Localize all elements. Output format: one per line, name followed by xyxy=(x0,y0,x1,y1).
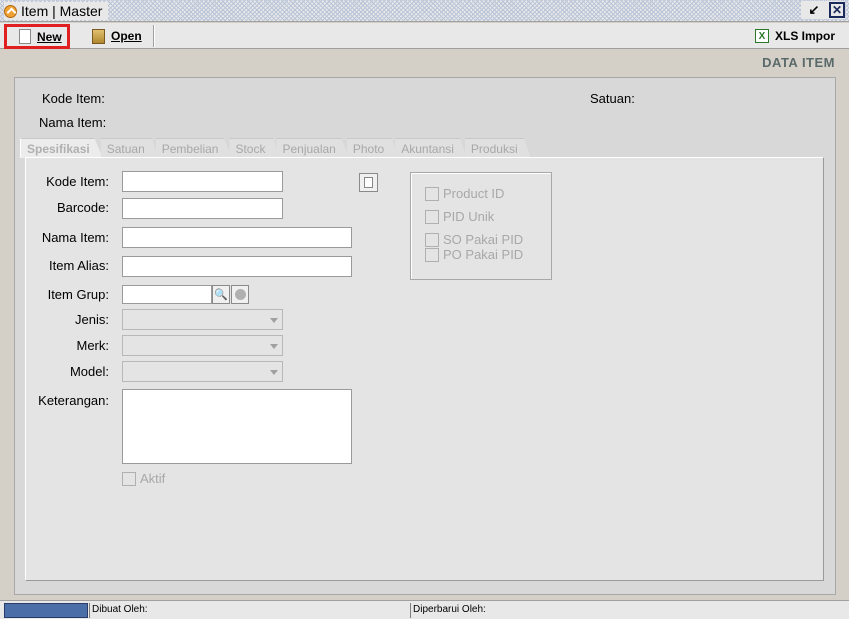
app-icon xyxy=(4,4,17,18)
tab-akuntansi[interactable]: Akuntansi xyxy=(395,138,467,158)
generate-code-button[interactable] xyxy=(359,173,378,192)
jenis-select[interactable] xyxy=(122,309,283,330)
so-pakai-pid-option[interactable]: SO Pakai PID xyxy=(425,232,523,247)
header-kode-item-label: Kode Item: xyxy=(42,91,105,106)
tab-stock[interactable]: Stock xyxy=(229,138,279,158)
merk-select[interactable] xyxy=(122,335,283,356)
window-title: Item | Master xyxy=(4,2,109,20)
status-indicator xyxy=(4,603,88,618)
tab-penjualan[interactable]: Penjualan xyxy=(276,138,349,158)
window-title-text: Item | Master xyxy=(21,3,103,19)
excel-icon: X xyxy=(754,29,769,43)
close-icon[interactable]: ✕ xyxy=(829,2,845,18)
aktif-checkbox-row[interactable]: Aktif xyxy=(122,471,165,486)
item-alias-input[interactable] xyxy=(122,256,352,277)
po-pakai-pid-option[interactable]: PO Pakai PID xyxy=(425,247,523,262)
tab-strip: Spesifikasi Satuan Pembelian Stock Penju… xyxy=(20,138,531,158)
window-titlebar: Item | Master ↙ ✕ xyxy=(0,0,849,22)
aktif-checkbox[interactable] xyxy=(122,471,136,486)
keterangan-textarea[interactable] xyxy=(122,389,352,464)
model-label: Model: xyxy=(69,364,109,379)
new-button-label: New xyxy=(37,29,62,44)
new-document-icon xyxy=(19,29,31,44)
item-grup-input[interactable] xyxy=(122,285,212,304)
section-title: DATA ITEM xyxy=(762,55,835,70)
header-satuan-label: Satuan: xyxy=(590,91,635,106)
document-icon xyxy=(364,177,373,188)
nama-item-input[interactable] xyxy=(122,227,352,248)
item-grup-label: Item Grup: xyxy=(47,287,109,302)
toolbar: New Open X XLS Impor xyxy=(0,23,849,49)
barcode-input[interactable] xyxy=(122,198,283,219)
product-id-label: Product ID xyxy=(443,186,505,201)
so-pakai-pid-checkbox[interactable] xyxy=(425,232,439,247)
restore-icon[interactable]: ↙ xyxy=(805,1,823,19)
tab-spesifikasi[interactable]: Spesifikasi xyxy=(20,138,103,158)
po-pakai-pid-label: PO Pakai PID xyxy=(443,247,524,262)
pid-unik-label: PID Unik xyxy=(443,209,495,224)
aktif-label: Aktif xyxy=(140,471,166,486)
clear-icon xyxy=(234,289,246,300)
pid-unik-checkbox[interactable] xyxy=(425,209,439,224)
main-area: DATA ITEM Kode Item: Nama Item: Satuan: … xyxy=(2,50,847,598)
so-pakai-pid-label: SO Pakai PID xyxy=(443,232,524,247)
tab-photo[interactable]: Photo xyxy=(346,138,398,158)
kode-item-input[interactable] xyxy=(122,171,283,192)
product-id-option[interactable]: Product ID xyxy=(425,186,504,201)
jenis-label: Jenis: xyxy=(75,312,109,327)
nama-item-label: Nama Item: xyxy=(41,230,109,245)
keterangan-label: Keterangan: xyxy=(38,393,109,408)
status-bar: Dibuat Oleh: Diperbarui Oleh: xyxy=(0,600,849,619)
open-button[interactable]: Open xyxy=(92,25,142,47)
xls-import-button[interactable]: X XLS Impor xyxy=(754,25,835,47)
open-folder-icon xyxy=(92,28,105,44)
toolbar-separator xyxy=(153,25,155,47)
product-id-checkbox[interactable] xyxy=(425,186,439,201)
search-icon: 🔍 xyxy=(214,289,228,301)
window-controls: ↙ ✕ xyxy=(801,1,845,19)
barcode-label: Barcode: xyxy=(56,200,109,215)
po-pakai-pid-checkbox[interactable] xyxy=(425,247,439,262)
item-alias-label: Item Alias: xyxy=(49,258,109,273)
pid-unik-option[interactable]: PID Unik xyxy=(425,209,494,224)
model-select[interactable] xyxy=(122,361,283,382)
tab-pembelian[interactable]: Pembelian xyxy=(155,138,232,158)
search-grup-button[interactable]: 🔍 xyxy=(212,285,230,304)
xls-import-label: XLS Impor xyxy=(774,29,835,43)
clear-grup-button[interactable] xyxy=(231,285,249,304)
open-button-label: Open xyxy=(111,29,142,43)
pid-options-group: Product ID PID Unik SO Pakai PID PO Paka… xyxy=(410,172,552,280)
updated-by-label: Diperbarui Oleh: xyxy=(410,603,710,618)
new-button[interactable]: New xyxy=(4,24,70,49)
created-by-label: Dibuat Oleh: xyxy=(89,603,409,618)
kode-item-label: Kode Item: xyxy=(46,174,109,189)
merk-label: Merk: xyxy=(76,338,110,353)
header-nama-item-label: Nama Item: xyxy=(39,115,107,130)
tab-produksi[interactable]: Produksi xyxy=(464,138,531,158)
tab-satuan[interactable]: Satuan xyxy=(100,138,158,158)
